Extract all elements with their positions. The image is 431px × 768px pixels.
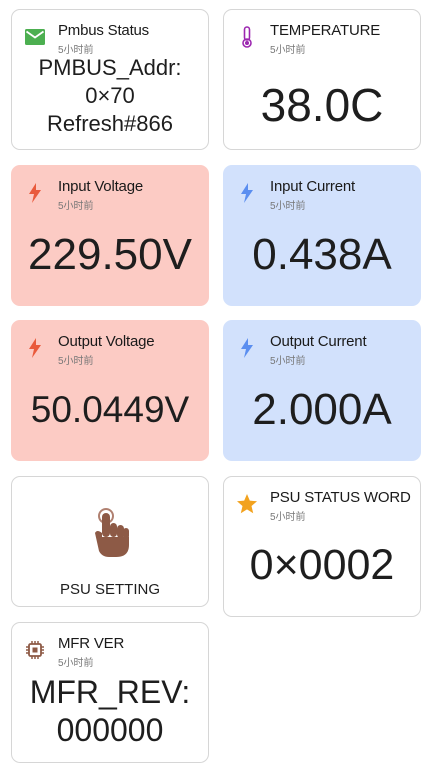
output-current-title: Output Current — [270, 333, 367, 350]
input-voltage-title: Input Voltage — [58, 178, 143, 195]
thermometer-icon — [236, 26, 258, 48]
output-current-value: 2.000A — [252, 385, 392, 434]
temperature-title: TEMPERATURE — [270, 22, 381, 39]
mfr-rev-value: 000000 — [56, 712, 164, 748]
psu-setting-button[interactable]: PSU SETTING — [11, 476, 209, 607]
mfr-ver-value: MFR_REV: 000000 — [12, 673, 208, 749]
output-voltage-title: Output Voltage — [58, 333, 155, 350]
psu-status-word-card[interactable]: PSU STATUS WORD 5小时前 0×0002 — [223, 476, 421, 617]
psu-status-word-title: PSU STATUS WORD — [270, 489, 411, 506]
psu-status-word-value: 0×0002 — [249, 541, 395, 589]
output-voltage-value: 50.0449V — [30, 389, 190, 430]
chip-icon — [24, 639, 46, 661]
psu-setting-label: PSU SETTING — [59, 581, 160, 598]
pmbus-status-value: PMBUS_Addr: 0×70 Refresh#866 — [12, 54, 208, 138]
mfr-rev-label: MFR_REV: — [29, 674, 191, 710]
input-current-time: 5小时前 — [270, 201, 306, 212]
input-voltage-time: 5小时前 — [58, 201, 94, 212]
output-voltage-card[interactable]: Output Voltage 5小时前 50.0449V — [11, 320, 209, 461]
temperature-value: 38.0C — [260, 79, 384, 131]
psu-status-word-time: 5小时前 — [270, 512, 306, 523]
input-voltage-value: 229.50V — [28, 230, 192, 279]
pmbus-status-card[interactable]: Pmbus Status 5小时前 PMBUS_Addr: 0×70 Refre… — [11, 9, 209, 150]
input-current-value: 0.438A — [252, 230, 392, 279]
bolt-icon — [24, 182, 46, 204]
tap-hand-icon — [92, 507, 132, 559]
bolt-icon — [236, 182, 258, 204]
pmbus-refresh-count: Refresh#866 — [47, 111, 173, 136]
mfr-ver-title: MFR VER — [58, 635, 125, 652]
input-current-card[interactable]: Input Current 5小时前 0.438A — [223, 165, 421, 306]
bolt-icon — [236, 337, 258, 359]
pmbus-status-title: Pmbus Status — [58, 22, 149, 39]
temperature-time: 5小时前 — [270, 45, 306, 56]
mail-icon — [24, 26, 46, 48]
mfr-ver-card[interactable]: MFR VER 5小时前 MFR_REV: 000000 — [11, 622, 209, 763]
output-current-time: 5小时前 — [270, 356, 306, 367]
pmbus-addr-label: PMBUS_Addr: — [38, 55, 182, 80]
temperature-card[interactable]: TEMPERATURE 5小时前 38.0C — [223, 9, 421, 150]
star-icon — [236, 493, 258, 515]
output-voltage-time: 5小时前 — [58, 356, 94, 367]
input-voltage-card[interactable]: Input Voltage 5小时前 229.50V — [11, 165, 209, 306]
input-current-title: Input Current — [270, 178, 355, 195]
bolt-icon — [24, 337, 46, 359]
pmbus-addr-value: 0×70 — [85, 83, 135, 108]
output-current-card[interactable]: Output Current 5小时前 2.000A — [223, 320, 421, 461]
mfr-ver-time: 5小时前 — [58, 658, 94, 669]
